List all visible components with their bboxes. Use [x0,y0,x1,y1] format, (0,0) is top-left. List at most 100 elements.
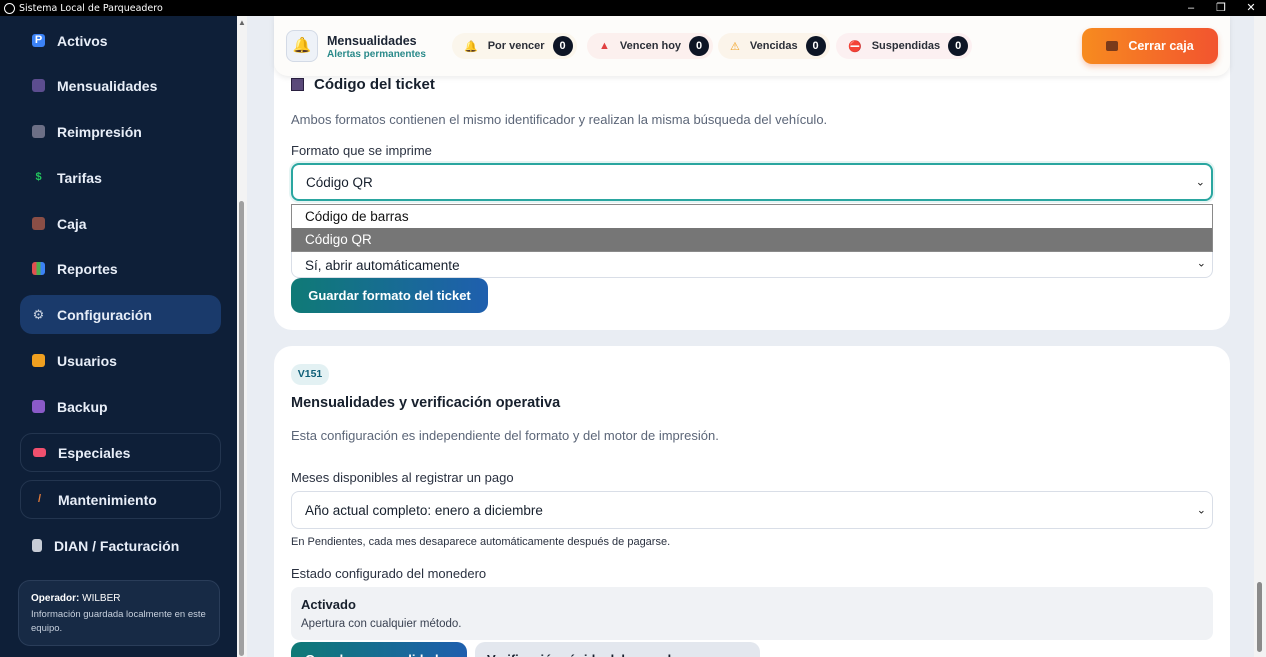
restore-button[interactable]: ❐ [1206,0,1236,16]
sidebar-item-mensualidades[interactable]: Mensualidades [20,66,221,105]
gear-icon: ⚙ [32,307,45,322]
wallet-status-description: Apertura con cualquier método. [301,618,462,630]
auto-open-select-value: Sí, abrir automáticamente [305,257,460,273]
alert-pill-label: Vencen hoy [619,40,682,52]
save-mensualidades-button[interactable]: Guardar mensualidades [291,642,467,657]
sidebar-item-label: Tarifas [57,169,102,186]
alert-pill-count: 0 [689,36,710,56]
alerts-subtitle: Alertas permanentes [327,49,426,60]
alert-pill-vencen-hoy[interactable]: ▲ Vencen hoy 0 [587,33,714,59]
alerts-bar: 🔔 Mensualidades Alertas permanentes 🔔 Po… [274,16,1230,76]
sidebar-item-label: Reimpresión [57,123,142,140]
sidebar-item-configuracion[interactable]: ⚙ Configuración [20,295,221,334]
sidebar-item-label: Caja [57,215,87,232]
alerts-title: Mensualidades [327,34,417,48]
months-label: Meses disponibles al registrar un pago [291,470,514,485]
alert-pill-label: Vencidas [749,40,798,52]
format-option-barcode[interactable]: Código de barras [292,205,1212,228]
chevron-down-icon: ⌄ [1195,176,1205,189]
alert-pill-count: 0 [805,36,826,56]
sidebar-scrollbar[interactable]: ▲ [237,16,247,657]
sidebar-item-reportes[interactable]: Reportes [20,249,221,288]
main-scrollbar[interactable] [1254,16,1266,657]
version-badge: V151 [291,364,329,385]
operator-prefix: Operador: [31,593,80,604]
printer-icon [32,125,45,138]
mensualidades-card: V151 Mensualidades y verificación operat… [274,346,1230,657]
broom-icon: / [37,493,42,505]
alert-pill-label: Por vencer [487,40,545,52]
sidebar-item-dian[interactable]: DIAN / Facturación [20,526,221,565]
months-select-value: Año actual completo: enero a diciembre [305,502,543,518]
format-select-value: Código QR [306,174,373,190]
format-select[interactable]: Código QR ⌄ [291,163,1213,201]
sidebar: P Activos Mensualidades Reimpresión $ Ta… [0,16,237,657]
mens-section-title: Mensualidades y verificación operativa [291,395,561,411]
siren-icon: ▲ [599,40,610,52]
format-label: Formato que se imprime [291,143,432,158]
sidebar-item-especiales[interactable]: Especiales [20,433,221,472]
save-ticket-format-button[interactable]: Guardar formato del ticket [291,278,488,313]
format-option-qr[interactable]: Código QR [292,228,1212,251]
sidebar-item-label: DIAN / Facturación [54,537,180,554]
operator-description: Información guardada localmente en este … [31,609,206,634]
alert-pill-vencidas[interactable]: ⚠ Vencidas 0 [718,33,830,59]
sidebar-item-backup[interactable]: Backup [20,387,221,426]
dollar-icon: $ [35,171,42,183]
mens-section-description: Esta configuración es independiente del … [291,428,719,443]
ticket-section-description: Ambos formatos contienen el mismo identi… [291,112,828,127]
operator-name: WILBER [82,593,121,604]
wallet-label: Estado configurado del monedero [291,566,487,581]
sidebar-item-label: Configuración [57,306,152,323]
globe-icon [4,2,15,14]
sidebar-item-usuarios[interactable]: Usuarios [20,341,221,380]
minimize-button[interactable]: – [1176,0,1206,16]
sidebar-item-reimpresion[interactable]: Reimpresión [20,112,221,151]
ticket-icon [33,448,46,457]
chevron-down-icon: ⌄ [1196,257,1206,270]
close-cash-button[interactable]: Cerrar caja [1082,28,1218,64]
sidebar-item-label: Mensualidades [57,77,158,94]
operator-line: Operador: WILBER [31,593,207,604]
alert-pill-suspendidas[interactable]: ⛔ Suspendidas 0 [836,33,973,59]
briefcase-icon [1106,41,1119,51]
sidebar-item-mantenimiento[interactable]: / Mantenimiento [20,480,221,519]
no-entry-icon: ⛔ [848,40,862,53]
window-titlebar: Sistema Local de Parqueadero – ❐ ✕ [0,0,1266,16]
square-icon [291,78,304,91]
alert-pill-count: 0 [552,36,573,56]
format-dropdown-list: Código de barras Código QR [291,204,1213,252]
close-window-button[interactable]: ✕ [1236,0,1266,16]
chevron-down-icon: ⌄ [1196,504,1206,517]
main-content: Código del ticket Ambos formatos contien… [247,16,1254,657]
bell-icon: 🔔 [464,40,478,53]
ticket-section-title-text: Código del ticket [314,76,435,93]
chart-icon [32,262,45,275]
scroll-up-icon[interactable]: ▲ [238,18,246,27]
sidebar-item-label: Usuarios [57,352,117,369]
verify-wallet-button[interactable]: Verificación rápida del monedero [475,642,760,657]
warning-icon: ⚠ [730,40,740,53]
window-title: Sistema Local de Parqueadero [19,2,163,14]
sidebar-item-label: Activos [57,32,108,49]
lock-icon [32,354,45,367]
wallet-status-box: Activado Apertura con cualquier método. [291,587,1213,640]
sidebar-item-tarifas[interactable]: $ Tarifas [20,158,221,197]
alert-pill-count: 0 [948,36,969,56]
wallet-status: Activado [301,597,356,612]
close-cash-label: Cerrar caja [1128,39,1194,53]
sidebar-item-label: Mantenimiento [58,491,157,508]
main-scrollbar-thumb[interactable] [1257,582,1262,652]
sidebar-item-activos[interactable]: P Activos [20,21,221,60]
alert-pill-por-vencer[interactable]: 🔔 Por vencer 0 [452,33,577,59]
ticket-section-title: Código del ticket [291,76,435,93]
floppy-icon [32,400,45,413]
months-note: En Pendientes, cada mes desaparece autom… [291,536,671,548]
sidebar-item-caja[interactable]: Caja [20,204,221,243]
sidebar-item-label: Especiales [58,444,131,461]
sidebar-item-label: Backup [57,398,108,415]
receipt-icon [32,539,42,552]
months-select[interactable]: Año actual completo: enero a diciembre ⌄ [291,491,1213,529]
parking-icon: P [32,34,45,47]
sidebar-scrollbar-thumb[interactable] [239,201,244,656]
